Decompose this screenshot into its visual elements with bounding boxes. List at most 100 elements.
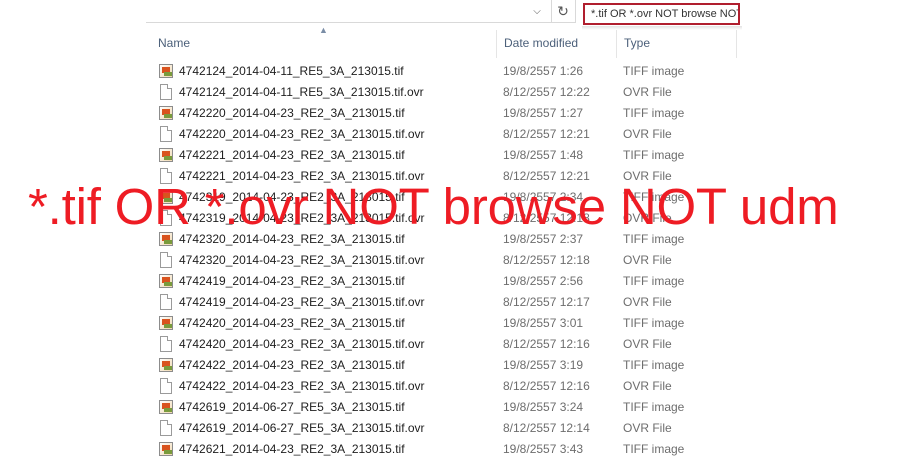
file-icon-cell <box>158 103 174 124</box>
file-date-modified: 19/8/2557 3:19 <box>503 358 584 372</box>
file-type: OVR File <box>623 253 672 267</box>
file-row[interactable]: 4742619_2014-06-27_RE5_3A_213015.tif 19/8… <box>158 397 698 418</box>
file-row[interactable]: 4742420_2014-04-23_RE2_3A_213015.tif 19/8… <box>158 313 698 334</box>
file-date-modified: 8/12/2557 12:21 <box>503 127 590 141</box>
tiff-image-icon <box>159 400 173 414</box>
file-name[interactable]: 4742220_2014-04-23_RE2_3A_213015.tif <box>179 103 405 124</box>
file-name[interactable]: 4742420_2014-04-23_RE2_3A_213015.tif <box>179 313 405 334</box>
ovr-file-icon <box>160 84 172 100</box>
file-type: OVR File <box>623 295 672 309</box>
file-date-modified: 19/8/2557 1:27 <box>503 106 584 120</box>
tiff-image-icon <box>159 106 173 120</box>
column-header-date-modified[interactable]: Date modified <box>496 30 616 58</box>
file-name[interactable]: 4742419_2014-04-23_RE2_3A_213015.tif.ovr <box>179 292 425 313</box>
file-name[interactable]: 4742420_2014-04-23_RE2_3A_213015.tif.ovr <box>179 334 425 355</box>
refresh-icon[interactable]: ↻ <box>551 0 576 23</box>
file-icon-cell <box>158 292 174 313</box>
file-row[interactable]: 4742619_2014-06-27_RE5_3A_213015.tif.ovr… <box>158 418 698 439</box>
tiff-image-icon <box>159 274 173 288</box>
tiff-image-icon <box>159 442 173 456</box>
file-icon-cell <box>158 145 174 166</box>
file-name[interactable]: 4742619_2014-06-27_RE5_3A_213015.tif <box>179 397 405 418</box>
file-date-modified: 8/12/2557 12:16 <box>503 337 590 351</box>
ovr-file-icon <box>160 336 172 352</box>
file-date-modified: 19/8/2557 1:26 <box>503 64 584 78</box>
column-divider[interactable] <box>736 30 737 58</box>
file-name[interactable]: 4742621_2014-04-23_RE2_3A_213015.tif <box>179 439 405 460</box>
file-type: OVR File <box>623 421 672 435</box>
file-date-modified: 8/12/2557 12:16 <box>503 379 590 393</box>
ovr-file-icon <box>160 420 172 436</box>
file-row[interactable]: 4742220_2014-04-23_RE2_3A_213015.tif 19/8… <box>158 103 698 124</box>
file-date-modified: 19/8/2557 2:56 <box>503 274 584 288</box>
column-header-row: ▲ Name Date modified Type <box>146 25 746 58</box>
file-icon-cell <box>158 313 174 334</box>
file-row[interactable]: 4742124_2014-04-11_RE5_3A_213015.tif.ovr… <box>158 82 698 103</box>
file-date-modified: 19/8/2557 3:24 <box>503 400 584 414</box>
toolbar: ⌵ ↻ *.tif OR *.ovr NOT browse NOT udm <box>0 0 904 30</box>
file-date-modified: 19/8/2557 3:01 <box>503 316 584 330</box>
column-header-type[interactable]: Type <box>616 30 736 58</box>
annotation-overlay-text: *.tif OR *.ovr NOT browse NOT udm <box>28 178 839 235</box>
file-name[interactable]: 4742619_2014-06-27_RE5_3A_213015.tif.ovr <box>179 418 425 439</box>
file-date-modified: 8/12/2557 12:22 <box>503 85 590 99</box>
file-type: TIFF image <box>623 442 685 456</box>
file-type: OVR File <box>623 379 672 393</box>
ovr-file-icon <box>160 252 172 268</box>
file-row[interactable]: 4742621_2014-04-23_RE2_3A_213015.tif 19/8… <box>158 439 698 460</box>
file-type: OVR File <box>623 337 672 351</box>
file-name[interactable]: 4742419_2014-04-23_RE2_3A_213015.tif <box>179 271 405 292</box>
file-name[interactable]: 4742124_2014-04-11_RE5_3A_213015.tif.ovr <box>179 82 424 103</box>
file-date-modified: 19/8/2557 1:48 <box>503 148 584 162</box>
file-name[interactable]: 4742221_2014-04-23_RE2_3A_213015.tif <box>179 145 405 166</box>
file-type: TIFF image <box>623 64 685 78</box>
file-type: TIFF image <box>623 106 685 120</box>
column-header-name[interactable]: Name <box>150 30 495 58</box>
tiff-image-icon <box>159 148 173 162</box>
file-name[interactable]: 4742422_2014-04-23_RE2_3A_213015.tif <box>179 355 405 376</box>
file-icon-cell <box>158 271 174 292</box>
file-type: TIFF image <box>623 316 685 330</box>
file-name[interactable]: 4742124_2014-04-11_RE5_3A_213015.tif <box>179 61 404 82</box>
file-row[interactable]: 4742419_2014-04-23_RE2_3A_213015.tif.ovr… <box>158 292 698 313</box>
file-icon-cell <box>158 82 174 103</box>
file-date-modified: 8/12/2557 12:14 <box>503 421 590 435</box>
search-query: *.tif OR *.ovr NOT browse NOT udm <box>591 8 738 20</box>
file-row[interactable]: 4742124_2014-04-11_RE5_3A_213015.tif 19/8… <box>158 61 698 82</box>
file-type: TIFF image <box>623 274 685 288</box>
file-row[interactable]: 4742221_2014-04-23_RE2_3A_213015.tif 19/8… <box>158 145 698 166</box>
file-type: TIFF image <box>623 358 685 372</box>
file-icon-cell <box>158 439 174 460</box>
file-date-modified: 8/12/2557 12:18 <box>503 253 590 267</box>
file-row[interactable]: 4742422_2014-04-23_RE2_3A_213015.tif 19/8… <box>158 355 698 376</box>
file-row[interactable]: 4742422_2014-04-23_RE2_3A_213015.tif.ovr… <box>158 376 698 397</box>
file-date-modified: 19/8/2557 3:43 <box>503 442 584 456</box>
file-name[interactable]: 4742220_2014-04-23_RE2_3A_213015.tif.ovr <box>179 124 425 145</box>
chevron-down-icon[interactable]: ⌵ <box>528 4 546 20</box>
file-icon-cell <box>158 334 174 355</box>
file-type: TIFF image <box>623 400 685 414</box>
file-row[interactable]: 4742419_2014-04-23_RE2_3A_213015.tif 19/8… <box>158 271 698 292</box>
ovr-file-icon <box>160 378 172 394</box>
file-icon-cell <box>158 355 174 376</box>
file-icon-cell <box>158 376 174 397</box>
ovr-file-icon <box>160 126 172 142</box>
file-list: 4742124_2014-04-11_RE5_3A_213015.tif 19/8… <box>158 61 698 460</box>
file-type: TIFF image <box>623 148 685 162</box>
file-icon-cell <box>158 418 174 439</box>
address-bar[interactable] <box>146 0 552 23</box>
file-name[interactable]: 4742422_2014-04-23_RE2_3A_213015.tif.ovr <box>179 376 425 397</box>
file-icon-cell <box>158 124 174 145</box>
file-name[interactable]: 4742320_2014-04-23_RE2_3A_213015.tif.ovr <box>179 250 425 271</box>
tiff-image-icon <box>159 64 173 78</box>
file-row[interactable]: 4742220_2014-04-23_RE2_3A_213015.tif.ovr… <box>158 124 698 145</box>
file-row[interactable]: 4742420_2014-04-23_RE2_3A_213015.tif.ovr… <box>158 334 698 355</box>
file-type: OVR File <box>623 127 672 141</box>
file-icon-cell <box>158 61 174 82</box>
tiff-image-icon <box>159 358 173 372</box>
file-row[interactable]: 4742320_2014-04-23_RE2_3A_213015.tif.ovr… <box>158 250 698 271</box>
file-icon-cell <box>158 250 174 271</box>
tiff-image-icon <box>159 316 173 330</box>
file-date-modified: 8/12/2557 12:17 <box>503 295 590 309</box>
search-input[interactable]: *.tif OR *.ovr NOT browse NOT udm <box>583 3 740 25</box>
